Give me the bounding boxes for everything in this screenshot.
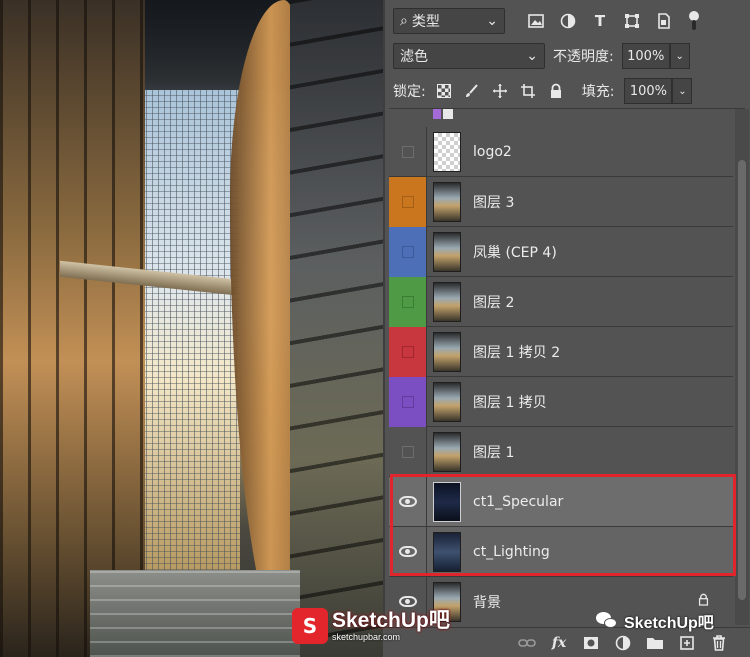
blend-mode-value: 滤色: [400, 49, 428, 65]
layer-thumbnail: [433, 381, 461, 422]
layer-row[interactable]: 图层 3: [389, 176, 733, 227]
layer-name: ct1_Specular: [473, 493, 564, 510]
lock-position-icon[interactable]: [492, 83, 508, 99]
lock-all-icon[interactable]: [548, 83, 564, 99]
layer-name: 图层 1 拷贝: [473, 394, 547, 411]
fill-input[interactable]: 100%: [624, 78, 673, 104]
link-layers-icon[interactable]: [518, 634, 536, 652]
layer-kind-label: 类型: [411, 14, 440, 30]
layer-thumbnail: [433, 481, 461, 522]
lock-row: 锁定: 填充: 100% ⌄: [393, 77, 749, 105]
new-group-icon[interactable]: [646, 634, 664, 652]
layer-visibility-toggle[interactable]: [389, 176, 427, 227]
chevron-down-icon: ⌄: [526, 48, 538, 64]
wechat-watermark-text: SketchUp吧: [624, 615, 714, 632]
layer-row-selected[interactable]: ct_Lighting: [389, 526, 733, 577]
eye-icon: [398, 496, 417, 507]
layer-name: 背景: [473, 594, 501, 611]
layer-visibility-toggle[interactable]: [389, 476, 427, 527]
blend-mode-select[interactable]: 滤色 ⌄: [393, 43, 545, 69]
layer-name: 图层 3: [473, 194, 515, 211]
lock-image-pixels-icon[interactable]: [464, 83, 480, 99]
layer-name: logo2: [473, 143, 512, 160]
layers-panel: ⌕ 类型 ⌄ T 滤色 ⌄ 不透明度: 100% ⌄ 锁定: 填充: 100% …: [383, 0, 750, 657]
fill-dropdown-button[interactable]: ⌄: [672, 78, 693, 104]
layer-name: 凤巢 (CEP 4): [473, 244, 557, 261]
layer-visibility-toggle[interactable]: [389, 326, 427, 377]
layer-visibility-toggle[interactable]: [389, 126, 427, 177]
blend-row: 滤色 ⌄ 不透明度: 100% ⌄: [393, 42, 749, 70]
layer-thumbnail: [433, 331, 461, 372]
layer-row-selected[interactable]: ct1_Specular: [389, 476, 733, 527]
render-right-wall: [290, 0, 383, 657]
sketchupbar-watermark: S SketchUp吧 sketchupbar.com: [292, 603, 457, 649]
layer-visibility-toggle[interactable]: [389, 376, 427, 427]
layer-row[interactable]: logo2: [389, 126, 733, 177]
new-layer-icon[interactable]: [678, 634, 696, 652]
layer-row[interactable]: 图层 1 拷贝: [389, 376, 733, 427]
layer-row[interactable]: 图层 2: [389, 276, 733, 327]
partial-layer-badge: [427, 109, 467, 125]
layer-visibility-toggle[interactable]: [389, 226, 427, 277]
smart-object-filter-icon[interactable]: [655, 12, 673, 30]
layer-name: 图层 1 拷贝 2: [473, 344, 561, 361]
filter-toggle-switch[interactable]: [687, 10, 701, 32]
render-glass-facade: [140, 90, 240, 570]
layer-thumbnail: [433, 131, 461, 172]
adjustment-filter-icon[interactable]: [559, 12, 577, 30]
layer-kind-select[interactable]: ⌕ 类型 ⌄: [393, 8, 505, 34]
layer-thumbnail: [433, 431, 461, 472]
chevron-down-icon: ⌄: [486, 13, 498, 29]
lock-artboard-icon[interactable]: [520, 83, 536, 99]
layer-list: logo2 图层 3 凤巢 (CEP 4) 图层 2 图层 1 拷贝 2 图层 …: [389, 109, 733, 625]
image-filter-icon[interactable]: [527, 12, 545, 30]
eye-icon: [398, 546, 417, 557]
layer-name: 图层 2: [473, 294, 515, 311]
layer-effects-icon[interactable]: fx: [550, 634, 568, 652]
layer-row[interactable]: 凤巢 (CEP 4): [389, 226, 733, 277]
layer-thumbnail: [433, 281, 461, 322]
wechat-icon: [596, 612, 618, 630]
opacity-dropdown-button[interactable]: ⌄: [669, 43, 690, 69]
layer-name: ct_Lighting: [473, 543, 550, 560]
render-left-wall: [0, 0, 145, 657]
layer-name: 图层 1: [473, 444, 515, 461]
delete-layer-icon[interactable]: [710, 634, 728, 652]
watermark-brand: SketchUp吧: [332, 609, 450, 632]
adjustment-layer-icon[interactable]: [614, 634, 632, 652]
filter-bar: ⌕ 类型 ⌄ T: [393, 6, 749, 36]
layer-thumbnail: [433, 531, 461, 572]
wechat-watermark: SketchUp吧: [596, 608, 714, 634]
lock-transparent-pixels-icon[interactable]: [436, 83, 452, 99]
layer-visibility-toggle[interactable]: [389, 276, 427, 327]
layer-thumbnail: [433, 231, 461, 272]
shape-filter-icon[interactable]: [623, 12, 641, 30]
opacity-label: 不透明度:: [553, 49, 614, 65]
type-filter-icon[interactable]: T: [591, 12, 609, 30]
architecture-render-canvas: [0, 0, 383, 657]
layer-visibility-toggle[interactable]: [389, 526, 427, 577]
render-floor: [90, 570, 300, 657]
fill-label: 填充:: [581, 84, 615, 100]
add-mask-icon[interactable]: [582, 634, 600, 652]
scrollbar-thumb[interactable]: [738, 160, 746, 600]
layer-visibility-toggle[interactable]: [389, 426, 427, 477]
lock-label: 锁定:: [393, 84, 426, 100]
layer-row[interactable]: 图层 1 拷贝 2: [389, 326, 733, 377]
layer-thumbnail: [433, 181, 461, 222]
watermark-url: sketchupbar.com: [332, 632, 401, 642]
search-icon: ⌕: [400, 13, 408, 29]
layer-row[interactable]: 图层 1: [389, 426, 733, 477]
sketchupbar-logo-icon: S: [292, 608, 328, 644]
opacity-input[interactable]: 100%: [621, 43, 670, 69]
